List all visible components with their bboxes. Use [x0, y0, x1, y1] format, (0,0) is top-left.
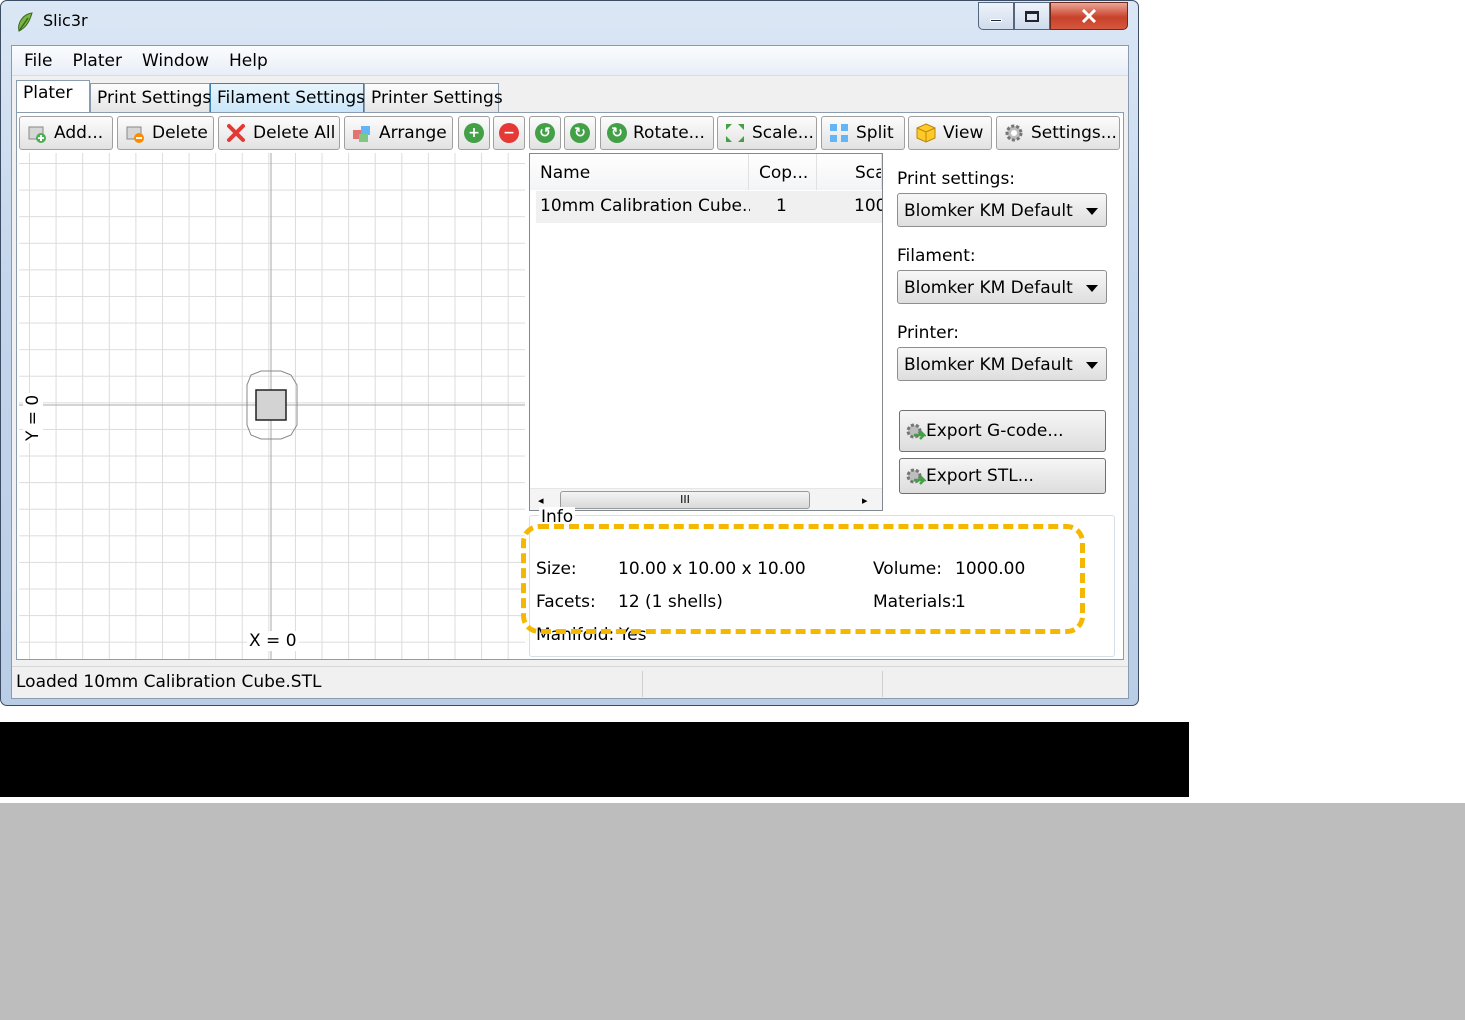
rotate-icon: ↻: [607, 123, 627, 143]
slic3r-logo-icon: [15, 11, 35, 33]
delete-object-icon: [124, 122, 146, 144]
rotate-button[interactable]: ↻ Rotate...: [600, 116, 714, 150]
export-gear-icon: [904, 465, 926, 487]
scale-button[interactable]: Scale...: [717, 116, 817, 150]
menu-window[interactable]: Window: [132, 51, 219, 71]
menu-help[interactable]: Help: [219, 51, 278, 71]
settings-button[interactable]: Settings...: [996, 116, 1120, 150]
y-axis-label: Y = 0: [23, 392, 43, 443]
tab-printer-settings[interactable]: Printer Settings: [364, 83, 503, 113]
close-icon: [1081, 9, 1097, 23]
filament-select[interactable]: Blomker KM Default: [897, 270, 1107, 304]
horizontal-scrollbar[interactable]: ◂ III ▸: [530, 488, 882, 510]
plate-canvas[interactable]: X = 0 Y = 0: [19, 153, 525, 659]
menu-file[interactable]: File: [14, 51, 62, 71]
print-settings-value: Blomker KM Default: [904, 201, 1073, 221]
menu-bar: File Plater Window Help: [12, 46, 1128, 76]
add-button[interactable]: Add...: [19, 116, 113, 150]
x-axis-label: X = 0: [247, 631, 299, 651]
rotate-button-label: Rotate...: [633, 123, 705, 143]
scroll-right-icon[interactable]: ▸: [862, 494, 868, 507]
dropdown-arrow-icon: [1086, 285, 1098, 292]
rotate-left-button[interactable]: ↺: [529, 116, 561, 150]
black-bar: [0, 722, 1189, 797]
status-separator: [882, 671, 883, 697]
print-settings-label: Print settings:: [897, 169, 1016, 189]
red-x-icon: [225, 122, 247, 144]
filament-label: Filament:: [897, 246, 976, 266]
tab-filament-settings[interactable]: Filament Settings: [210, 83, 365, 113]
export-gear-icon: [904, 420, 926, 442]
tab-plater[interactable]: Plater: [16, 80, 90, 112]
scale-button-label: Scale...: [752, 123, 814, 143]
filament-value: Blomker KM Default: [904, 278, 1073, 298]
table-row[interactable]: 10mm Calibration Cube... 1 100: [536, 191, 882, 223]
printer-label: Printer:: [897, 323, 959, 343]
column-header-copies[interactable]: Cop...: [749, 154, 817, 190]
arrange-icon: [351, 122, 373, 144]
object-list[interactable]: Name Cop... Sca 10mm Calibration Cube...…: [529, 153, 883, 511]
column-header-name[interactable]: Name: [530, 154, 749, 190]
delete-button-label: Delete: [152, 123, 208, 143]
status-separator: [642, 671, 643, 697]
menu-plater[interactable]: Plater: [62, 51, 132, 71]
info-highlight-annotation: [521, 524, 1085, 634]
cube-view-icon: [915, 122, 937, 144]
window-title: Slic3r: [43, 11, 88, 30]
delete-all-button[interactable]: Delete All: [218, 116, 340, 150]
export-stl-label: Export STL...: [926, 466, 1034, 486]
gray-background: [0, 803, 1465, 1020]
dropdown-arrow-icon: [1086, 208, 1098, 215]
minimize-icon: [990, 18, 1002, 22]
delete-button[interactable]: Delete: [117, 116, 214, 150]
split-button[interactable]: Split: [821, 116, 905, 150]
split-button-label: Split: [856, 123, 894, 143]
column-header-scale[interactable]: Sca: [817, 154, 882, 190]
minus-icon: −: [499, 123, 519, 143]
plater-page: Add... Delete Delete All Arrange + − ↺ ↻…: [16, 112, 1124, 660]
scale-arrows-icon: [724, 122, 746, 144]
rotate-right-button[interactable]: ↻: [564, 116, 596, 150]
add-object-icon: [26, 122, 48, 144]
dropdown-arrow-icon: [1086, 362, 1098, 369]
status-message: Loaded 10mm Calibration Cube.STL: [16, 672, 322, 692]
status-bar: Loaded 10mm Calibration Cube.STL: [12, 666, 1128, 698]
add-button-label: Add...: [54, 123, 104, 143]
split-icon: [828, 122, 850, 144]
rotate-clockwise-icon: ↻: [570, 123, 590, 143]
export-gcode-label: Export G-code...: [926, 421, 1064, 441]
view-button[interactable]: View: [908, 116, 992, 150]
maximize-icon: [1025, 10, 1039, 22]
client-area: File Plater Window Help Plater Print Set…: [11, 45, 1129, 699]
settings-button-label: Settings...: [1031, 123, 1117, 143]
row-name: 10mm Calibration Cube...: [540, 196, 750, 216]
arrange-button-label: Arrange: [379, 123, 447, 143]
plus-icon: +: [464, 123, 484, 143]
export-gcode-button[interactable]: Export G-code...: [899, 410, 1106, 452]
tab-print-settings[interactable]: Print Settings: [90, 83, 211, 113]
printer-value: Blomker KM Default: [904, 355, 1073, 375]
minimize-button[interactable]: [978, 2, 1014, 30]
plate-axes: [19, 153, 525, 659]
gear-icon: [1003, 122, 1025, 144]
scroll-grip-icon: III: [680, 493, 690, 506]
printer-select[interactable]: Blomker KM Default: [897, 347, 1107, 381]
increase-copies-button[interactable]: +: [458, 116, 490, 150]
scroll-left-icon[interactable]: ◂: [538, 494, 544, 507]
export-stl-button[interactable]: Export STL...: [899, 458, 1106, 494]
rotate-counterclockwise-icon: ↺: [535, 123, 555, 143]
row-scale: 100: [854, 196, 882, 216]
scroll-thumb[interactable]: III: [560, 491, 810, 509]
close-button[interactable]: [1050, 2, 1128, 30]
arrange-button[interactable]: Arrange: [344, 116, 453, 150]
calibration-cube-object: [255, 389, 287, 421]
maximize-button[interactable]: [1014, 2, 1050, 30]
decrease-copies-button[interactable]: −: [493, 116, 525, 150]
delete-all-button-label: Delete All: [253, 123, 336, 143]
row-copies: 1: [776, 196, 787, 216]
view-button-label: View: [943, 123, 984, 143]
print-settings-select[interactable]: Blomker KM Default: [897, 193, 1107, 227]
app-window: Slic3r File Plater Window Help Plater Pr…: [0, 0, 1139, 706]
